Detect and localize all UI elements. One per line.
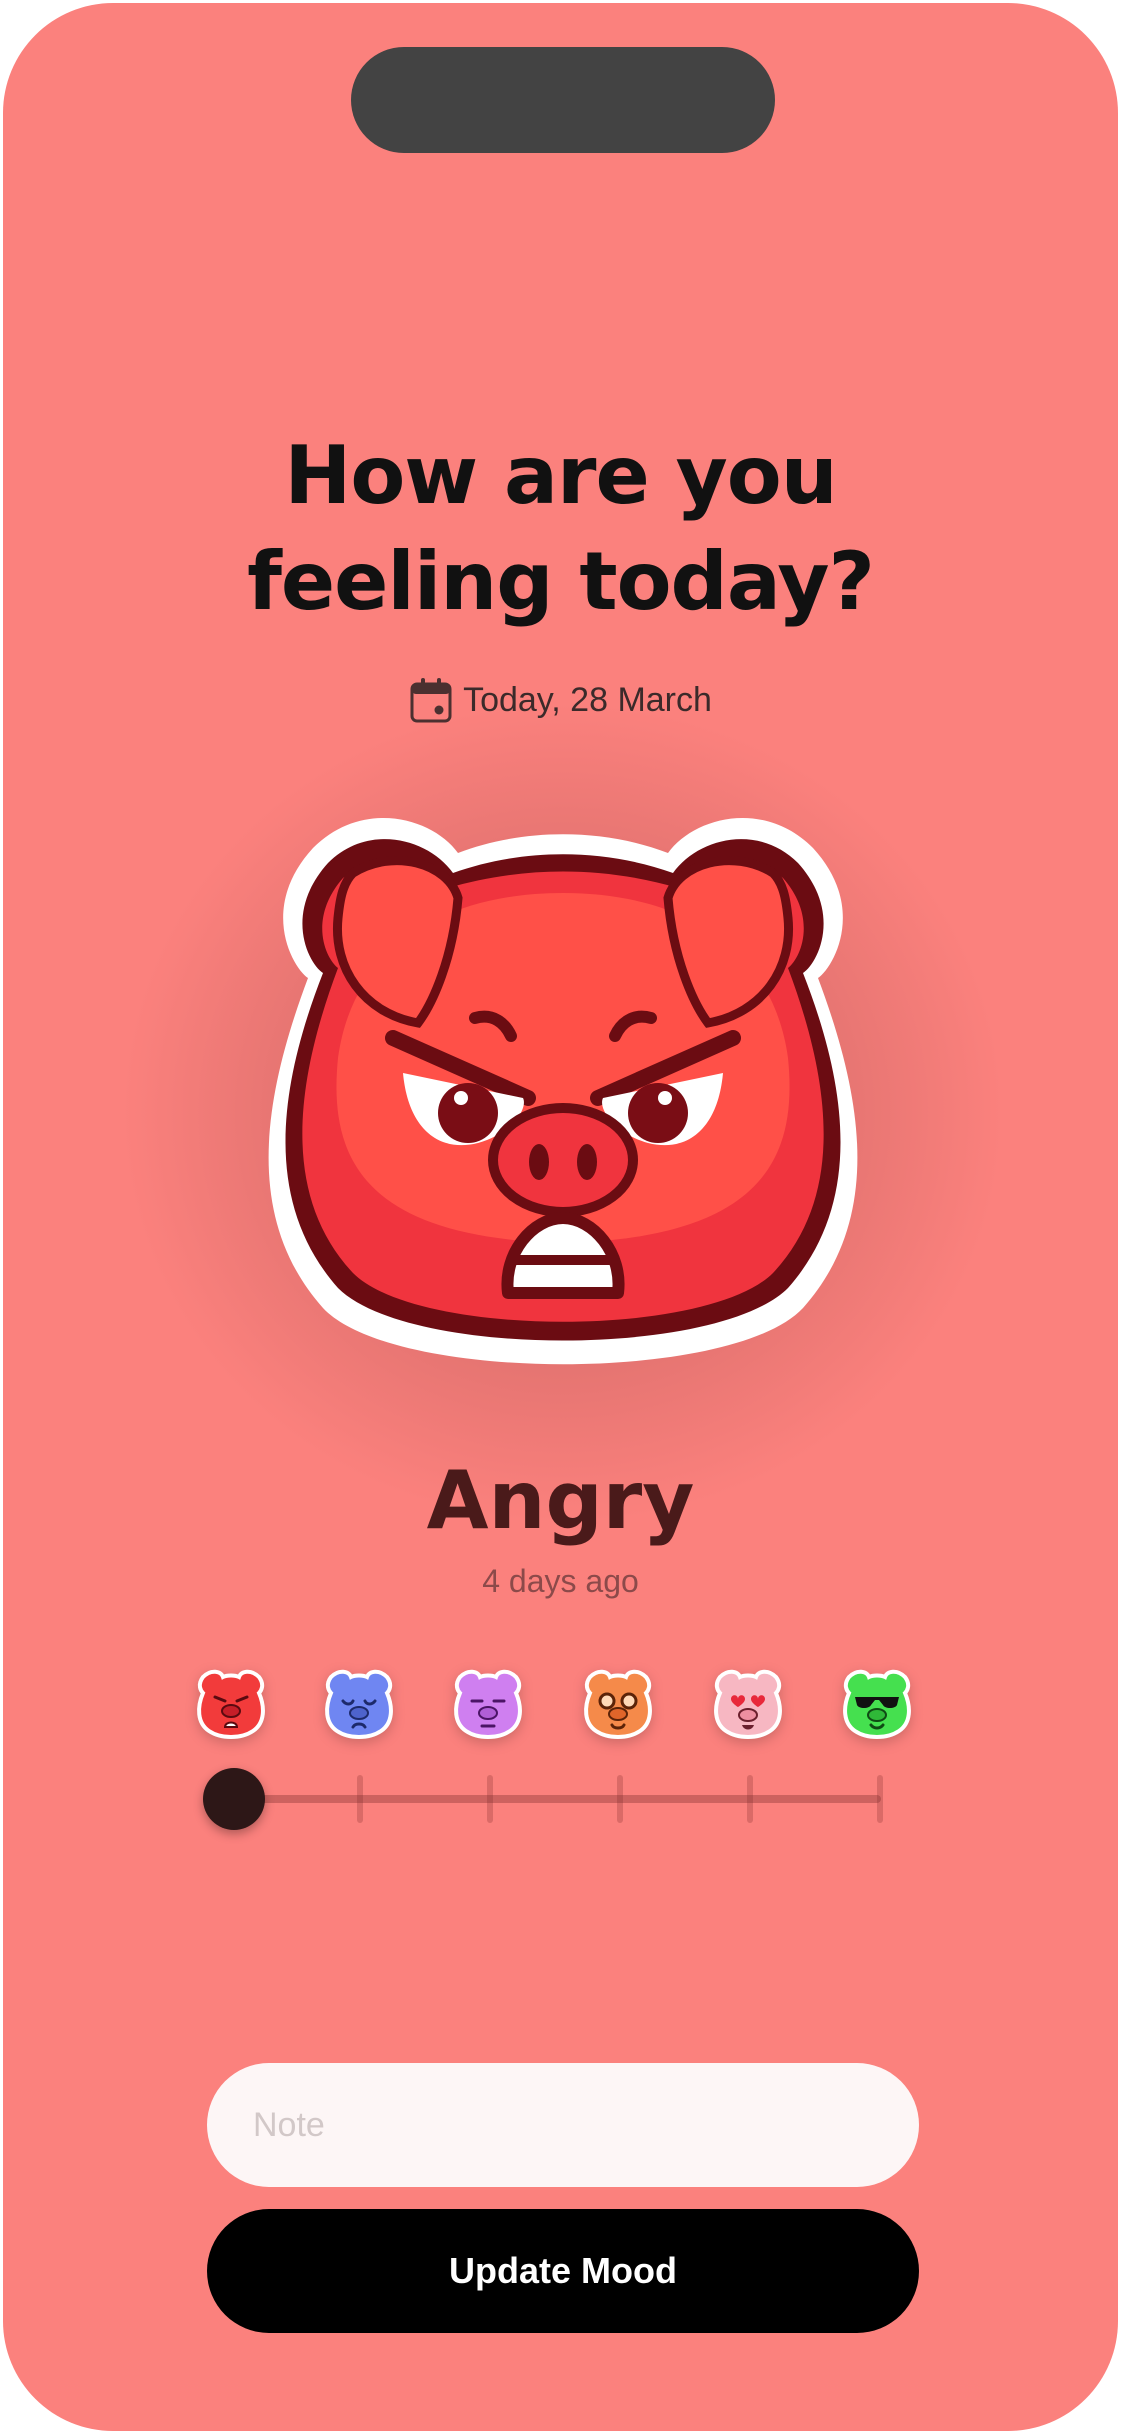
mood-slider[interactable]	[203, 1763, 893, 1833]
update-mood-button[interactable]: Update Mood	[207, 2209, 919, 2333]
slider-tick	[487, 1775, 493, 1823]
nerd-pig-icon[interactable]	[580, 1667, 656, 1739]
title-line-1: How are you	[284, 429, 837, 522]
slider-tick	[747, 1775, 753, 1823]
slider-tick	[357, 1775, 363, 1823]
slider-tick	[877, 1775, 883, 1823]
mood-name: Angry	[426, 1454, 695, 1547]
dynamic-island	[351, 47, 775, 153]
meh-pig-icon[interactable]	[450, 1667, 526, 1739]
cool-pig-icon[interactable]	[839, 1667, 915, 1739]
sad-pig-icon[interactable]	[321, 1667, 397, 1739]
phone-screen: How are you feeling today? Today, 28 Mar…	[3, 3, 1118, 2431]
slider-thumb[interactable]	[203, 1768, 265, 1830]
angry-pig-icon[interactable]	[193, 1667, 269, 1739]
mood-options	[3, 1667, 1118, 1747]
slider-tick	[617, 1775, 623, 1823]
love-pig-icon[interactable]	[710, 1667, 786, 1739]
angry-pig-icon	[268, 817, 858, 1365]
page-title: How are you feeling today?	[3, 423, 1118, 635]
mood-time-ago: 4 days ago	[482, 1563, 639, 1599]
title-line-2: feeling today?	[247, 535, 875, 628]
note-input[interactable]	[207, 2063, 919, 2187]
slider-track[interactable]	[233, 1795, 881, 1803]
